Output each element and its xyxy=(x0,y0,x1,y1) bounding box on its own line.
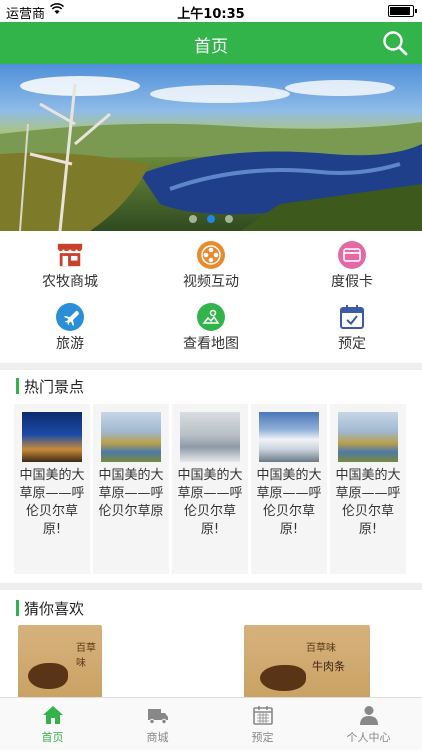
section-marker xyxy=(16,600,19,616)
tab-label: 预定 xyxy=(251,731,274,744)
menu-item-holiday-card[interactable]: 度假卡 xyxy=(282,231,422,291)
battery-icon xyxy=(388,5,417,17)
spot-caption: 中国美的大草原——呼伦贝尔草原! xyxy=(19,468,85,537)
home-icon xyxy=(42,704,64,726)
carousel-dot[interactable] xyxy=(225,215,233,223)
menu-item-travel[interactable]: 旅游 xyxy=(0,293,140,353)
tab-profile[interactable]: 个人中心 xyxy=(316,698,421,751)
menu-item-booking[interactable]: 预定 xyxy=(282,293,422,353)
spot-card[interactable]: 中国美的大草原——呼伦贝尔草原! xyxy=(172,404,248,574)
truck-icon xyxy=(147,704,169,726)
person-icon xyxy=(358,704,380,726)
product-image xyxy=(260,665,306,691)
tab-label: 商城 xyxy=(146,731,169,744)
carousel-dot[interactable] xyxy=(189,215,197,223)
calendar-icon xyxy=(252,704,274,726)
tab-label: 个人中心 xyxy=(346,731,391,744)
section-divider xyxy=(0,363,422,370)
banner-carousel[interactable] xyxy=(0,64,422,231)
tab-bar: 首页 商城 预定 个人中心 xyxy=(0,697,422,750)
section-title: 热门景点 xyxy=(24,378,85,396)
spot-card[interactable]: 中国美的大草原——呼伦贝尔草原! xyxy=(14,404,90,574)
product-card[interactable]: 百草味 xyxy=(18,625,102,697)
spot-thumbnail xyxy=(22,412,82,462)
section-title: 猜你喜欢 xyxy=(24,600,85,618)
search-icon xyxy=(383,31,408,56)
menu-label: 预定 xyxy=(338,336,366,352)
spot-card[interactable]: 中国美的大草原——呼伦贝尔草原! xyxy=(330,404,406,574)
menu-label: 农牧商城 xyxy=(42,274,98,290)
banner-image xyxy=(0,76,422,231)
page-title: 首页 xyxy=(194,37,228,57)
menu-item-map[interactable]: 查看地图 xyxy=(141,293,281,353)
film-reel-icon xyxy=(197,241,225,269)
menu-label: 视频互动 xyxy=(183,274,239,290)
menu-item-shop[interactable]: 农牧商城 xyxy=(0,231,140,291)
section-marker xyxy=(16,378,19,394)
spot-thumbnail xyxy=(259,412,319,462)
product-card[interactable]: 百草味 牛肉条 xyxy=(244,625,370,697)
spot-caption: 中国美的大草原——呼伦贝尔草原! xyxy=(256,468,322,537)
tab-booking[interactable]: 预定 xyxy=(210,698,315,751)
hot-spots-list: 中国美的大草原——呼伦贝尔草原! 中国美的大草原——呼伦贝尔草原 中国美的大草原… xyxy=(14,404,408,574)
menu-item-video[interactable]: 视频互动 xyxy=(141,231,281,291)
spot-card[interactable]: 中国美的大草原——呼伦贝尔草原! xyxy=(251,404,327,574)
tab-mall[interactable]: 商城 xyxy=(105,698,210,751)
nav-bar: 首页 xyxy=(0,22,422,64)
guess-header: 猜你喜欢 xyxy=(0,592,422,622)
card-icon xyxy=(338,241,366,269)
guess-products: 百草味 百草味 牛肉条 xyxy=(0,625,422,697)
carousel-indicators xyxy=(0,208,422,227)
search-button[interactable] xyxy=(380,28,410,58)
airplane-icon xyxy=(56,303,84,331)
spot-caption: 中国美的大草原——呼伦贝尔草原! xyxy=(177,468,243,537)
menu-label: 旅游 xyxy=(56,336,84,352)
map-pin-icon xyxy=(197,303,225,331)
calendar-check-icon xyxy=(338,303,366,331)
section-divider xyxy=(0,583,422,590)
hot-spots-header: 热门景点 xyxy=(0,370,422,400)
product-name: 牛肉条 xyxy=(312,660,345,673)
clock: 上午10:35 xyxy=(177,7,245,22)
feature-menu: 农牧商城 视频互动 度假卡 旅游 查看地图 预定 xyxy=(0,231,422,361)
spot-caption: 中国美的大草原——呼伦贝尔草原 xyxy=(98,468,164,519)
product-brand: 百草味 xyxy=(76,643,96,669)
tab-home[interactable]: 首页 xyxy=(0,698,105,751)
spot-thumbnail xyxy=(101,412,161,462)
product-brand: 百草味 xyxy=(306,643,336,654)
shop-icon xyxy=(56,241,84,269)
spot-thumbnail xyxy=(180,412,240,462)
spot-caption: 中国美的大草原——呼伦贝尔草原! xyxy=(335,468,401,537)
spot-thumbnail xyxy=(338,412,398,462)
spot-card[interactable]: 中国美的大草原——呼伦贝尔草原 xyxy=(93,404,169,574)
product-image xyxy=(28,663,68,689)
menu-label: 查看地图 xyxy=(183,336,239,352)
tab-label: 首页 xyxy=(41,731,64,744)
status-bar: 运营商 上午10:35 xyxy=(0,0,422,22)
carousel-dot-active[interactable] xyxy=(207,215,215,223)
menu-label: 度假卡 xyxy=(331,274,373,290)
